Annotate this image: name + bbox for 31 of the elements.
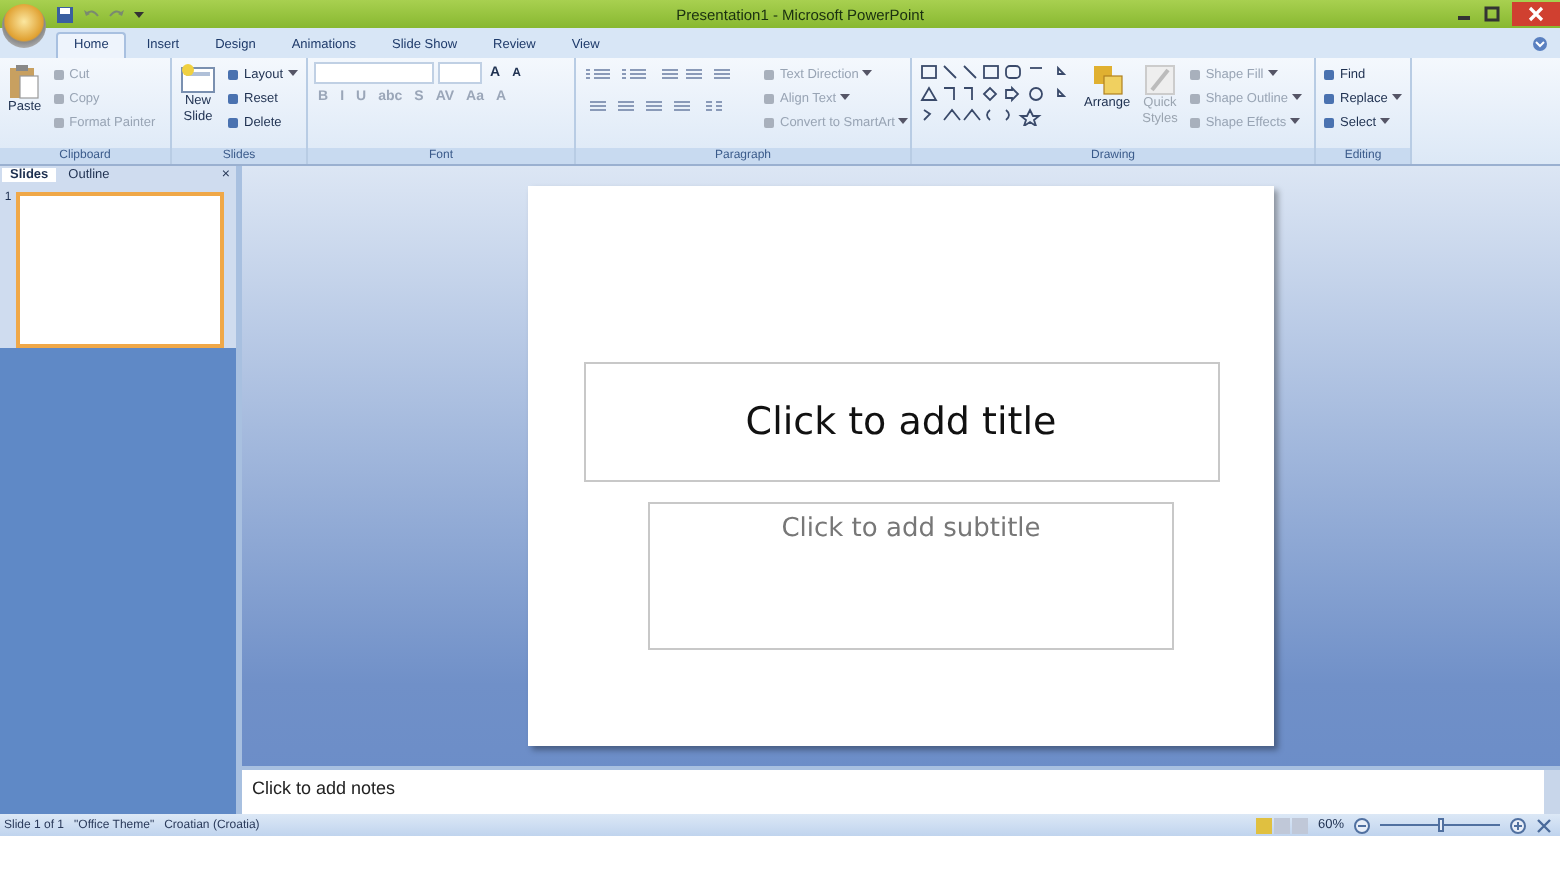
- office-button[interactable]: [2, 4, 46, 48]
- subtitle-placeholder[interactable]: Click to add subtitle: [648, 502, 1174, 650]
- caret-icon: [287, 70, 298, 78]
- caret-icon: [840, 94, 851, 102]
- caret-icon: [1292, 94, 1303, 102]
- close-button[interactable]: [1512, 2, 1560, 26]
- caret-icon: [1391, 94, 1402, 102]
- title-placeholder[interactable]: Click to add title: [583, 362, 1219, 482]
- font-name-field[interactable]: [314, 62, 434, 84]
- slide-canvas[interactable]: Click to add title Click to add subtitle: [528, 186, 1274, 746]
- close-icon: [1528, 6, 1544, 22]
- caret-icon: [1267, 70, 1278, 78]
- slide-icon: [180, 64, 216, 94]
- help-icon[interactable]: [1532, 35, 1548, 51]
- restore-icon[interactable]: [1484, 6, 1500, 22]
- caret-icon: [862, 70, 873, 78]
- brush-icon: [1143, 64, 1176, 96]
- dropdown-icon[interactable]: [134, 9, 144, 19]
- slide-thumbnail[interactable]: [16, 192, 224, 348]
- slider-thumb[interactable]: [1437, 818, 1443, 832]
- clipboard-icon: [8, 64, 41, 100]
- font-size-field[interactable]: [438, 62, 482, 84]
- caret-icon: [898, 118, 909, 126]
- zoom-in-icon[interactable]: [1510, 817, 1526, 833]
- notes-field[interactable]: Click to add notes: [242, 770, 1544, 814]
- caret-icon: [1380, 118, 1391, 126]
- save-icon[interactable]: [56, 5, 74, 23]
- zoom-out-icon[interactable]: [1354, 817, 1370, 833]
- arrange-icon: [1091, 64, 1124, 96]
- scrollbar[interactable]: [1544, 770, 1560, 814]
- caret-icon: [1290, 118, 1301, 126]
